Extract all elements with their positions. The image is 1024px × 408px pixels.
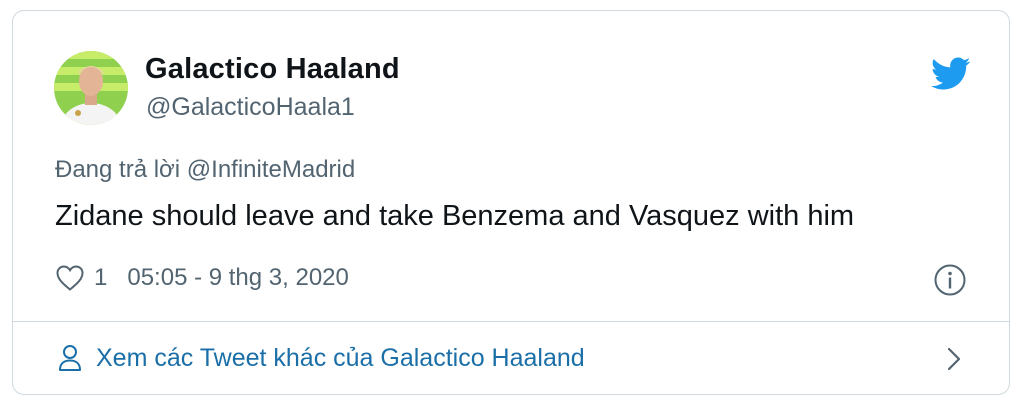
like-count: 1 xyxy=(94,264,108,291)
author-handle[interactable]: @GalacticoHaala1 xyxy=(146,93,355,122)
tweet-text: Zidane should leave and take Benzema and… xyxy=(55,200,855,232)
twitter-bird-icon[interactable] xyxy=(931,57,971,91)
avatar[interactable] xyxy=(54,51,128,125)
author-display-name[interactable]: Galactico Haaland xyxy=(145,53,400,86)
tweet-meta-row: 1 05:05 - 9 thg 3, 2020 xyxy=(55,263,349,293)
tweet-timestamp[interactable]: 05:05 - 9 thg 3, 2020 xyxy=(127,264,349,292)
tweet-card: Galactico Haaland @GalacticoHaala1 Đang … xyxy=(12,10,1010,395)
info-icon[interactable] xyxy=(933,263,967,297)
divider xyxy=(13,321,1009,322)
chevron-right-icon[interactable] xyxy=(945,346,963,372)
user-icon xyxy=(58,344,82,372)
heart-icon[interactable] xyxy=(55,264,85,292)
more-tweets-link[interactable]: Xem các Tweet khác của Galactico Haaland xyxy=(58,341,585,375)
more-tweets-label: Xem các Tweet khác của Galactico Haaland xyxy=(96,343,585,372)
reply-context[interactable]: Đang trả lời @InfiniteMadrid xyxy=(55,156,355,184)
